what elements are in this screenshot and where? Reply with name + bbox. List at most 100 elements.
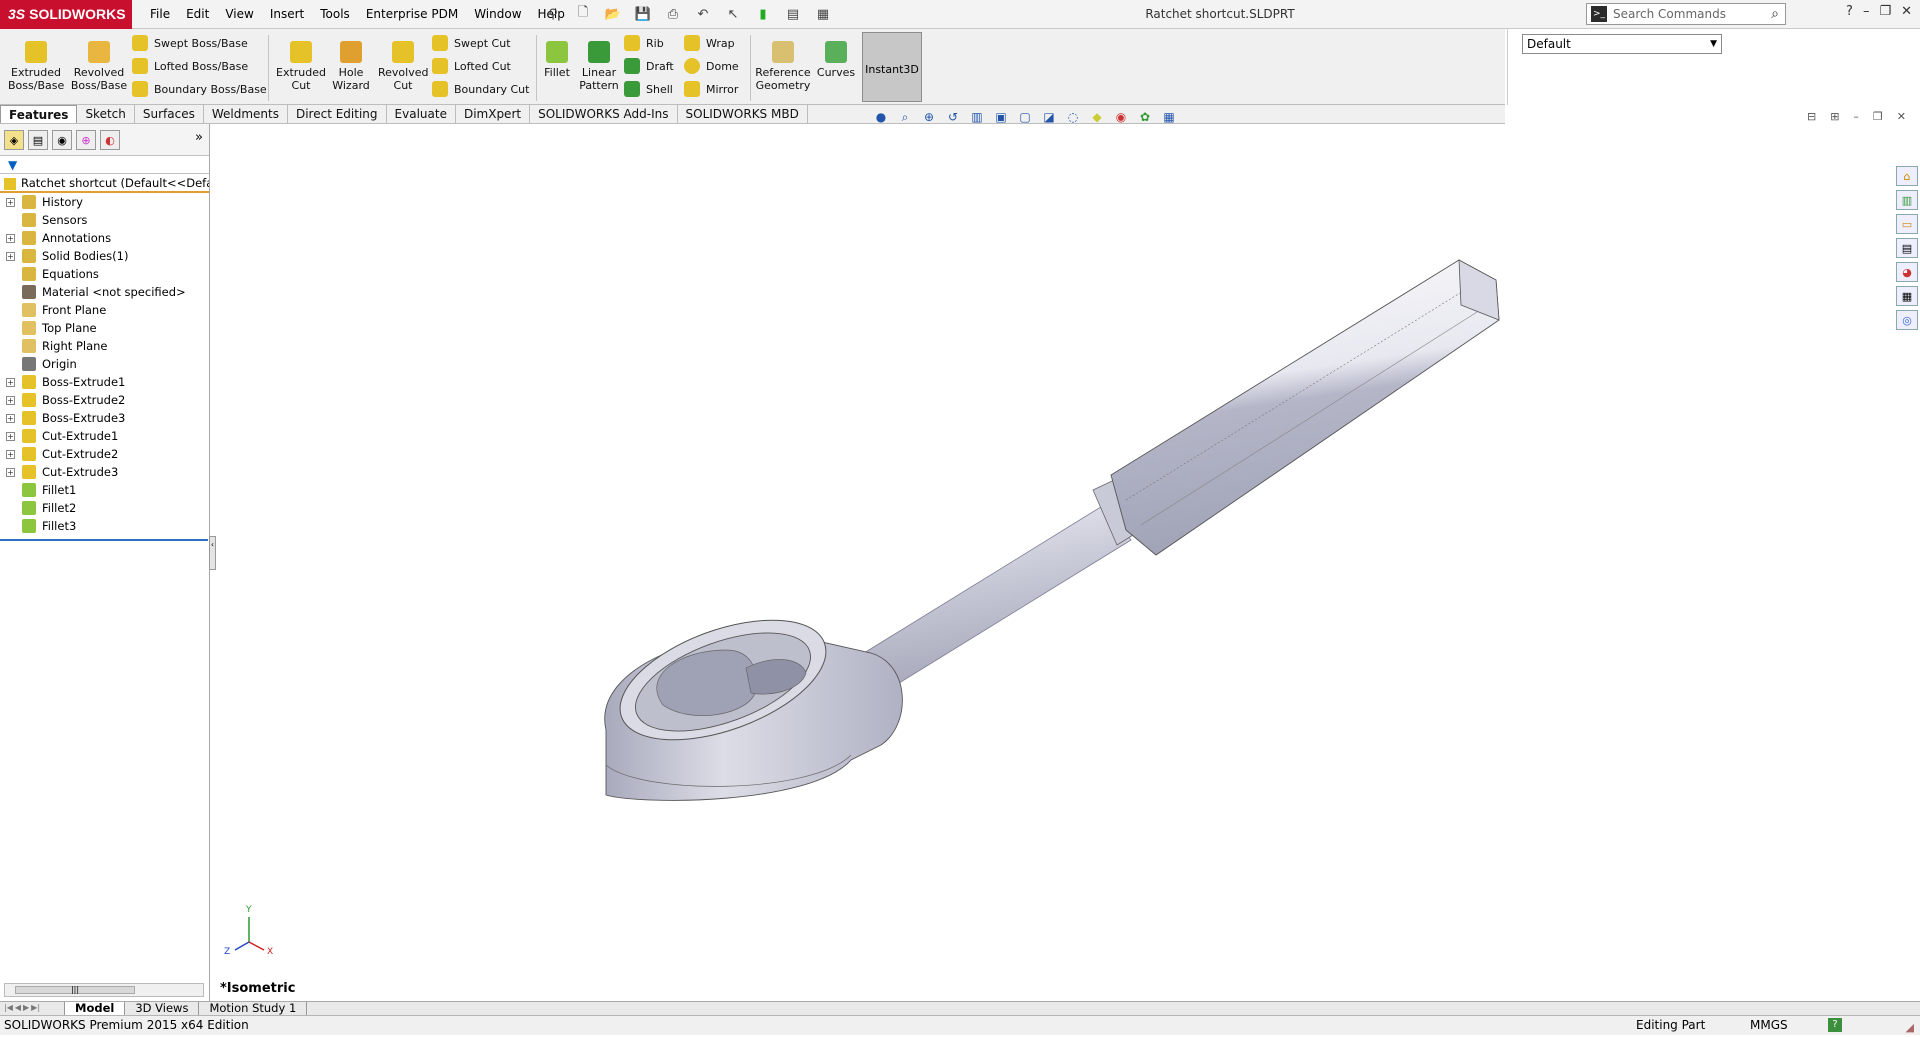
solidworks-forum-icon[interactable]: ◎ (1896, 310, 1918, 330)
minimize-icon[interactable]: – (1863, 4, 1870, 19)
menu-window[interactable]: Window (466, 0, 529, 29)
last-tab-icon[interactable]: ▶| (31, 1003, 40, 1012)
tree-item[interactable]: Material <not specified> (0, 283, 209, 301)
file-properties-icon[interactable]: ▤ (780, 4, 806, 24)
tab-motion-study[interactable]: Motion Study 1 (198, 1002, 308, 1015)
wrap-button[interactable]: Wrap (684, 33, 735, 53)
display-pane-icon[interactable]: ▦ (1160, 109, 1178, 125)
design-library-icon[interactable]: ▥ (1896, 190, 1918, 210)
tree-item[interactable]: Front Plane (0, 301, 209, 319)
configuration-manager-tab-icon[interactable]: ◉ (52, 130, 72, 150)
tab-sketch[interactable]: Sketch (77, 105, 135, 123)
search-commands-input[interactable]: >_ Search Commands ⌕ (1586, 3, 1786, 25)
curves-button[interactable]: Curves (816, 33, 856, 79)
select-icon[interactable]: ↖ (720, 4, 746, 24)
view-settings-icon[interactable]: ✿ (1136, 109, 1154, 125)
print-icon[interactable]: ⎙ (660, 4, 686, 24)
new-document-icon[interactable]: 🗋 (570, 4, 596, 24)
zoom-to-area-icon[interactable]: ⊕ (920, 109, 938, 125)
expand-node-icon[interactable]: + (6, 378, 15, 387)
boundary-boss-button[interactable]: Boundary Boss/Base (132, 79, 267, 99)
restore-icon[interactable]: ❐ (1879, 4, 1891, 19)
display-manager-tab-icon[interactable]: ◐ (100, 130, 120, 150)
swept-boss-button[interactable]: Swept Boss/Base (132, 33, 248, 53)
expand-panel-icon[interactable]: » (195, 130, 203, 145)
viewport-restore-icon[interactable]: ❐ (1873, 110, 1883, 123)
viewport-minimize-icon[interactable]: – (1853, 110, 1859, 123)
lofted-cut-button[interactable]: Lofted Cut (432, 56, 511, 76)
tree-item[interactable]: + Cut-Extrude2 (0, 445, 209, 463)
solidworks-resources-icon[interactable]: ⌂ (1896, 166, 1918, 186)
apply-scene-icon[interactable]: ◉ (1112, 109, 1130, 125)
reference-geometry-button[interactable]: Reference Geometry (754, 33, 812, 92)
menu-edit[interactable]: Edit (178, 0, 217, 29)
menu-tools[interactable]: Tools (312, 0, 358, 29)
tab-3d-views[interactable]: 3D Views (124, 1002, 200, 1015)
tree-item[interactable]: + Boss-Extrude3 (0, 409, 209, 427)
rollback-bar[interactable] (0, 539, 208, 541)
expand-node-icon[interactable]: + (6, 450, 15, 459)
linear-pattern-button[interactable]: Linear Pattern (578, 33, 620, 92)
tree-item[interactable]: Fillet1 (0, 481, 209, 499)
lofted-boss-button[interactable]: Lofted Boss/Base (132, 56, 248, 76)
expand-node-icon[interactable]: + (6, 432, 15, 441)
prev-tab-icon[interactable]: ◀ (15, 1003, 21, 1012)
options-icon[interactable]: ▦ (810, 4, 836, 24)
tree-item[interactable]: + Annotations (0, 229, 209, 247)
zoom-to-fit-icon[interactable]: ⌕ (896, 109, 914, 125)
resize-grip-icon[interactable]: ◢ (1906, 1018, 1914, 1037)
first-tab-icon[interactable]: |◀ (4, 1003, 13, 1012)
tree-item[interactable]: + Boss-Extrude1 (0, 373, 209, 391)
graphics-area[interactable]: Y X Z (211, 105, 1920, 1001)
viewport-close-icon[interactable]: ✕ (1897, 110, 1906, 123)
draft-button[interactable]: Draft (624, 56, 674, 76)
menu-insert[interactable]: Insert (262, 0, 312, 29)
search-icon[interactable]: ⌕ (1771, 4, 1779, 24)
menu-view[interactable]: View (217, 0, 261, 29)
tree-item[interactable]: + Cut-Extrude3 (0, 463, 209, 481)
scrollbar-thumb[interactable]: ||| (15, 986, 135, 994)
tree-item[interactable]: + Cut-Extrude1 (0, 427, 209, 445)
expand-node-icon[interactable]: + (6, 468, 15, 477)
expand-node-icon[interactable]: + (6, 396, 15, 405)
menu-enterprise-pdm[interactable]: Enterprise PDM (358, 0, 466, 29)
previous-view-icon[interactable]: ↺ (944, 109, 962, 125)
expand-node-icon[interactable]: + (6, 252, 15, 261)
tree-item[interactable]: + Boss-Extrude2 (0, 391, 209, 409)
view-palette-icon[interactable]: ▤ (1896, 238, 1918, 258)
tab-surfaces[interactable]: Surfaces (135, 105, 204, 123)
tree-item[interactable]: Origin (0, 355, 209, 373)
tab-features[interactable]: Features (0, 105, 78, 123)
pin-icon[interactable]: ⚲ (540, 4, 566, 24)
view-cube-icon[interactable]: ▢ (1016, 109, 1034, 125)
tree-item[interactable]: + Solid Bodies(1) (0, 247, 209, 265)
file-explorer-icon[interactable]: ▭ (1896, 214, 1918, 234)
quick-tips-icon[interactable]: ? (1828, 1018, 1842, 1032)
tree-item[interactable]: Sensors (0, 211, 209, 229)
edit-appearance-icon[interactable]: ◆ (1088, 109, 1106, 125)
next-tab-icon[interactable]: ▶ (23, 1003, 29, 1012)
custom-properties-icon[interactable]: ▦ (1896, 286, 1918, 306)
extruded-cut-button[interactable]: Extruded Cut (274, 33, 328, 92)
expand-node-icon[interactable]: + (6, 198, 15, 207)
help-icon[interactable]: ? (1846, 4, 1853, 19)
tree-item[interactable]: Fillet3 (0, 517, 209, 535)
feature-tree-tab-icon[interactable]: ◈ (4, 130, 24, 150)
undo-icon[interactable]: ↶ (690, 4, 716, 24)
expand-node-icon[interactable]: + (6, 414, 15, 423)
swept-cut-button[interactable]: Swept Cut (432, 33, 511, 53)
tab-model[interactable]: Model (64, 1002, 126, 1015)
solidworks-logo[interactable]: 3S SOLIDWORKS (0, 0, 132, 29)
expand-node-icon[interactable]: + (6, 234, 15, 243)
tree-item[interactable]: Top Plane (0, 319, 209, 337)
configuration-select[interactable]: Default ▼ (1522, 34, 1722, 54)
hide-show-items-icon[interactable]: ◌ (1064, 109, 1082, 125)
open-document-icon[interactable]: 📂 (600, 4, 626, 24)
extruded-boss-button[interactable]: Extruded Boss/Base (8, 33, 64, 92)
menu-file[interactable]: File (142, 0, 178, 29)
revolved-boss-button[interactable]: Revolved Boss/Base (70, 33, 128, 92)
property-manager-tab-icon[interactable]: ▤ (28, 130, 48, 150)
appearances-icon[interactable]: ◕ (1896, 262, 1918, 282)
revolved-cut-button[interactable]: Revolved Cut (378, 33, 428, 92)
tree-item[interactable]: + History (0, 193, 209, 211)
